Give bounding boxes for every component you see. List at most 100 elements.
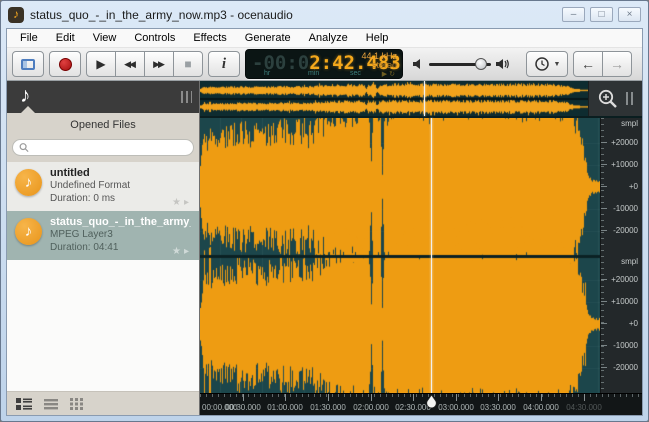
item-chevron-icon[interactable]: ▸ bbox=[184, 197, 192, 208]
favorite-star-icon[interactable]: ★ bbox=[172, 246, 184, 257]
active-tab-notch bbox=[21, 106, 35, 113]
transport-group: ▶ ◀◀ ▶▶ ■ bbox=[86, 51, 203, 77]
menu-file[interactable]: File bbox=[11, 30, 47, 46]
file-name: untitled bbox=[50, 167, 130, 179]
client-area: File Edit View Controls Effects Generate… bbox=[6, 28, 643, 416]
ruler-unit-label: smpl bbox=[601, 119, 638, 128]
file-format: Undefined Format bbox=[50, 179, 130, 192]
timeline-tick bbox=[541, 394, 542, 401]
ruler-amp-label: +0 bbox=[601, 319, 638, 328]
menu-effects[interactable]: Effects bbox=[184, 30, 235, 46]
volume-slider-knob[interactable] bbox=[475, 58, 487, 70]
opened-files-tab-icon[interactable]: ♪ bbox=[20, 84, 31, 108]
file-item-untitled[interactable]: ♪ untitled Undefined Format Duration: 0 … bbox=[7, 162, 199, 211]
title-bar[interactable]: ♪ status_quo_-_in_the_army_now.mp3 - oce… bbox=[1, 1, 648, 28]
file-item-actions[interactable]: ★▸ bbox=[172, 197, 192, 208]
clock-icon bbox=[534, 56, 550, 72]
toolbar: ▶ ◀◀ ▶▶ ■ i -00:02:42.483 hr bbox=[7, 48, 642, 81]
unit-sec: sec bbox=[350, 70, 361, 77]
rewind-button[interactable]: ◀◀ bbox=[115, 51, 145, 77]
ruler-amp-label: +0 bbox=[601, 182, 638, 191]
sidebar-grip-icon[interactable] bbox=[181, 91, 192, 103]
close-button[interactable]: × bbox=[618, 7, 641, 22]
volume-high-icon bbox=[496, 58, 510, 70]
detailed-list-view-button[interactable] bbox=[16, 398, 32, 410]
menu-view[interactable]: View bbox=[84, 30, 126, 46]
menu-generate[interactable]: Generate bbox=[236, 30, 300, 46]
minimize-button[interactable]: – bbox=[562, 7, 585, 22]
file-duration: Duration: 04:41 bbox=[50, 241, 191, 254]
sidebar: ♪ Opened Files ♪ bbox=[7, 81, 200, 415]
zoom-block bbox=[588, 81, 642, 116]
fast-forward-button[interactable]: ▶▶ bbox=[144, 51, 174, 77]
stop-button[interactable]: ■ bbox=[173, 51, 203, 77]
menu-analyze[interactable]: Analyze bbox=[300, 30, 357, 46]
maximize-button[interactable]: □ bbox=[590, 7, 613, 22]
timeline-ruler[interactable]: 00:00.00000:30.00001:00.00001:30.00002:0… bbox=[200, 393, 642, 415]
waveform-main-view[interactable] bbox=[200, 118, 600, 393]
play-icon: ▶ bbox=[96, 57, 105, 71]
timeline-label: 01:30.000 bbox=[310, 403, 346, 412]
sidebar-tab-bar: ♪ bbox=[7, 81, 199, 113]
timeline-tick bbox=[328, 394, 329, 401]
compact-list-view-button[interactable] bbox=[44, 398, 58, 410]
search-icon bbox=[19, 142, 29, 153]
window-title: status_quo_-_in_the_army_now.mp3 - ocena… bbox=[30, 8, 293, 22]
search-box[interactable] bbox=[12, 139, 194, 156]
ruler-amp-label: -20000 bbox=[601, 363, 638, 372]
time-display[interactable]: -00:02:42.483 hr min sec 44.1 kHz stereo… bbox=[245, 49, 403, 79]
back-button[interactable]: ← bbox=[573, 51, 603, 77]
search-input[interactable] bbox=[33, 141, 187, 154]
ruler-amp-label: -10000 bbox=[601, 341, 638, 350]
timeline-label: 04:00.000 bbox=[523, 403, 559, 412]
play-button[interactable]: ▶ bbox=[86, 51, 116, 77]
back-arrow-icon: ← bbox=[581, 57, 595, 71]
forward-arrow-icon: → bbox=[610, 57, 624, 71]
waveform-overview[interactable] bbox=[200, 81, 588, 116]
menu-bar: File Edit View Controls Effects Generate… bbox=[7, 29, 642, 48]
ruler-unit-label: smpl bbox=[601, 257, 638, 266]
amplitude-ruler: smpl+20000+10000+0-10000-20000smpl+20000… bbox=[600, 118, 642, 393]
overview-canvas bbox=[200, 81, 588, 116]
info-button[interactable]: i bbox=[208, 51, 240, 77]
playhead-cursor[interactable] bbox=[431, 118, 432, 393]
file-format: MPEG Layer3 bbox=[50, 228, 191, 241]
file-item-actions[interactable]: ★▸ bbox=[172, 246, 192, 257]
unit-min: min bbox=[308, 70, 319, 77]
item-chevron-icon[interactable]: ▸ bbox=[184, 246, 192, 257]
menu-controls[interactable]: Controls bbox=[125, 30, 184, 46]
file-item-status-quo[interactable]: ♪ status_quo_-_in_the_army_now.... MPEG … bbox=[7, 211, 199, 260]
file-name: status_quo_-_in_the_army_now.... bbox=[50, 216, 191, 228]
grid-view-button[interactable] bbox=[70, 398, 83, 410]
volume-slider[interactable] bbox=[429, 63, 491, 66]
forward-button[interactable]: → bbox=[602, 51, 632, 77]
timeline-tick bbox=[456, 394, 457, 401]
timeline-tick bbox=[413, 394, 414, 401]
menu-help[interactable]: Help bbox=[357, 30, 398, 46]
favorite-star-icon[interactable]: ★ bbox=[172, 197, 184, 208]
timeline-tick bbox=[371, 394, 372, 401]
timeline-label: 01:00.000 bbox=[267, 403, 303, 412]
ruler-amp-label: +10000 bbox=[601, 160, 638, 169]
record-button[interactable] bbox=[49, 51, 81, 77]
info-icon: i bbox=[222, 56, 226, 73]
record-icon bbox=[59, 58, 72, 71]
fast-forward-icon: ▶▶ bbox=[153, 59, 165, 70]
overview-grip-icon[interactable] bbox=[626, 92, 634, 105]
app-icon: ♪ bbox=[8, 7, 24, 23]
timeline-label: 04:30.000 bbox=[566, 403, 602, 412]
unit-hr: hr bbox=[264, 70, 270, 77]
time-format-button[interactable]: ▼ bbox=[526, 51, 568, 77]
overview-playhead[interactable] bbox=[424, 81, 425, 116]
audio-file-icon: ♪ bbox=[15, 169, 42, 196]
timeline-tick bbox=[285, 394, 286, 401]
zoom-in-icon[interactable] bbox=[597, 88, 619, 110]
playhead-marker[interactable] bbox=[426, 395, 437, 408]
file-duration: Duration: 0 ms bbox=[50, 192, 130, 205]
waveform-panel: smpl+20000+10000+0-10000-20000smpl+20000… bbox=[200, 81, 642, 415]
ruler-amp-label: +20000 bbox=[601, 275, 638, 284]
toggle-sidebar-button[interactable] bbox=[12, 51, 44, 77]
timeline-label: 03:00.000 bbox=[438, 403, 474, 412]
timeline-label: 03:30.000 bbox=[480, 403, 516, 412]
menu-edit[interactable]: Edit bbox=[47, 30, 84, 46]
